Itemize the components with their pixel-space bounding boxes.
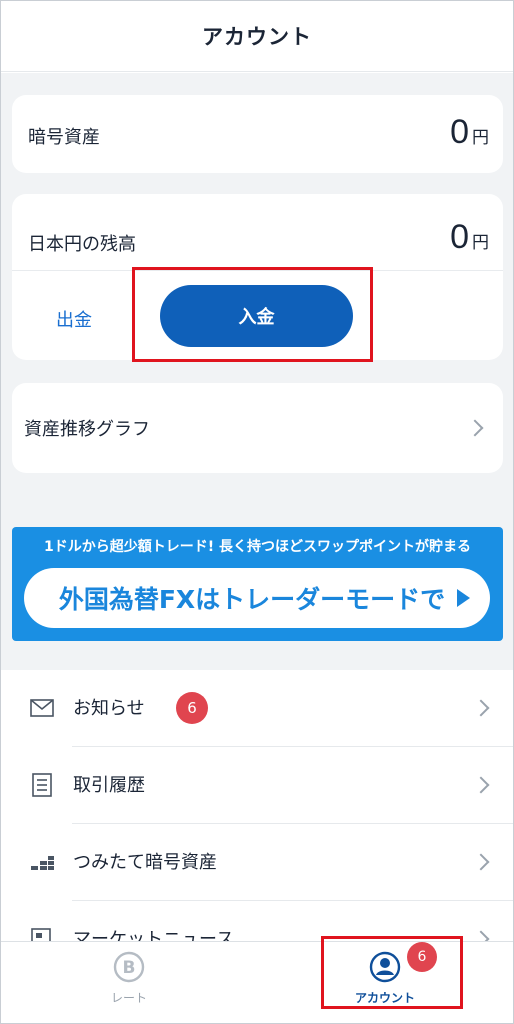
history-list-icon (32, 773, 52, 797)
crypto-assets-label: 暗号資産 (28, 127, 100, 148)
mail-icon (30, 699, 54, 717)
banner-tagline: 1ドルから超少額トレード! 長く持つほどスワップポイントが貯まる (44, 539, 471, 555)
crypto-savings-label: つみたて暗号資産 (73, 852, 217, 873)
page-title: アカウント (202, 25, 312, 49)
account-menu-list: お知らせ 6 取引履歴 つみたて暗号資産 マーケットニュース (1, 670, 513, 941)
crypto-assets-card: 暗号資産 0 円 (12, 95, 503, 173)
chevron-right-icon (466, 419, 484, 437)
banner-cta-label: 外国為替FXはトレーダーモードで (58, 585, 446, 614)
banner-cta[interactable]: 外国為替FXはトレーダーモードで (24, 568, 490, 628)
tab-rate-label: レート (110, 991, 147, 1005)
account-tab-highlight-box (321, 936, 463, 1009)
trade-history-label: 取引履歴 (73, 775, 145, 796)
list-item-notifications[interactable]: お知らせ 6 (1, 670, 513, 747)
notifications-label: お知らせ (73, 698, 145, 719)
account-content: 暗号資産 0 円 日本円の残高 0 円 出金 入金 資産推移グラフ 1ドルから超… (1, 73, 513, 941)
chevron-right-icon (472, 930, 490, 941)
news-icon (31, 928, 51, 941)
chevron-right-icon (472, 699, 490, 717)
list-item-market-news[interactable]: マーケットニュース (1, 901, 513, 941)
asset-graph-card[interactable]: 資産推移グラフ (12, 383, 503, 473)
notification-count-badge: 6 (176, 692, 208, 724)
jpy-amount-unit: 円 (472, 233, 489, 253)
jpy-amount-value: 0 (450, 218, 469, 256)
svg-text:B: B (123, 958, 136, 978)
bitcoin-icon: B (113, 951, 145, 983)
asset-graph-label: 資産推移グラフ (24, 419, 150, 440)
jpy-balance-label: 日本円の残高 (28, 234, 136, 255)
chevron-right-icon (472, 776, 490, 794)
play-icon (457, 589, 470, 607)
list-item-crypto-savings[interactable]: つみたて暗号資産 (1, 824, 513, 901)
jpy-balance-amount: 0 円 (450, 218, 489, 257)
market-news-label: マーケットニュース (73, 929, 235, 941)
withdraw-button[interactable]: 出金 (56, 306, 92, 332)
chevron-right-icon (472, 853, 490, 871)
crypto-assets-amount: 0 円 (450, 113, 489, 152)
crypto-amount-unit: 円 (472, 128, 489, 148)
fx-promo-banner[interactable]: 1ドルから超少額トレード! 長く持つほどスワップポイントが貯まる 外国為替FXは… (12, 527, 503, 641)
chart-bars-icon (31, 856, 54, 870)
crypto-amount-value: 0 (450, 113, 469, 151)
app-header: アカウント (1, 1, 513, 72)
tab-rate[interactable]: B レート (1, 942, 257, 1024)
list-item-trade-history[interactable]: 取引履歴 (1, 747, 513, 824)
deposit-highlight-box (132, 267, 373, 362)
